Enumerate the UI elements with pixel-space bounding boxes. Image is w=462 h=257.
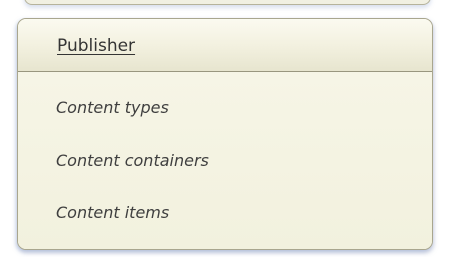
menu-item-content-types[interactable]: Content types [56, 98, 169, 117]
panel-menu: Content types Content containers Content… [18, 72, 432, 249]
menu-item-content-containers[interactable]: Content containers [56, 151, 209, 170]
publisher-panel: Publisher Content types Content containe… [17, 18, 433, 250]
previous-panel-bottom-edge [24, 0, 431, 5]
panel-header: Publisher [18, 19, 432, 72]
publisher-link[interactable]: Publisher [57, 36, 135, 56]
menu-item-content-items[interactable]: Content items [56, 203, 169, 222]
